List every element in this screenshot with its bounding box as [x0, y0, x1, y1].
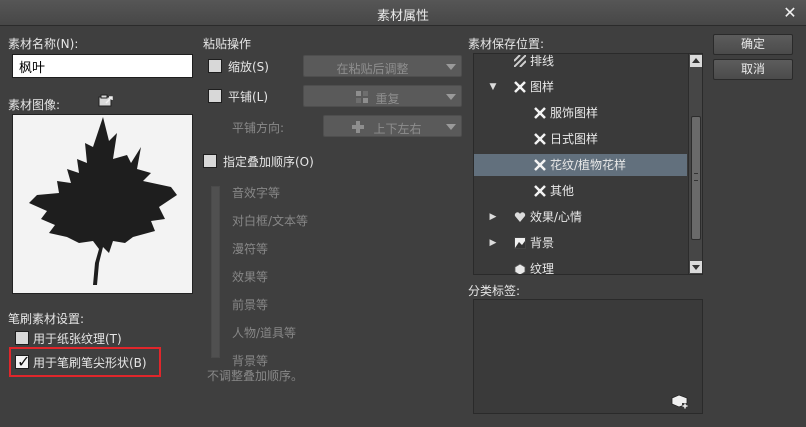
heart-icon	[514, 212, 526, 222]
expand-icon[interactable]: ▶	[488, 206, 498, 228]
paper-texture-label[interactable]: 用于纸张纹理(T)	[33, 330, 122, 347]
add-tag-icon[interactable]	[671, 394, 689, 410]
tree-item[interactable]: 服饰图样	[474, 102, 687, 124]
pattern-icon	[534, 159, 546, 171]
pattern-icon	[534, 185, 546, 197]
brush-settings-label: 笔刷素材设置:	[8, 312, 85, 326]
texture-icon	[514, 263, 526, 274]
tile-direction-label: 平铺方向:	[232, 121, 285, 135]
pattern-icon	[534, 133, 546, 145]
material-image-preview	[12, 114, 193, 294]
chevron-down-icon	[446, 64, 456, 70]
ok-button[interactable]: 确定	[713, 34, 793, 55]
brush-tip-checkbox[interactable]: ✓	[15, 352, 31, 371]
title-bar: 素材属性 ✕	[0, 0, 806, 26]
tree-item-label: 其他	[550, 184, 575, 198]
tile-label[interactable]: 平铺(L)	[228, 88, 268, 105]
stacking-item: 前景等	[232, 298, 269, 312]
scroll-thumb[interactable]	[691, 116, 701, 240]
tree-item-label: 花纹/植物花样	[550, 158, 627, 172]
window-title: 素材属性	[376, 9, 429, 24]
stacking-order-label[interactable]: 指定叠加顺序(O)	[223, 153, 314, 170]
brush-tip-label[interactable]: 用于笔刷笔尖形状(B)	[33, 354, 147, 371]
save-location-tree[interactable]: 排线 ▼ 图样服饰图样日式图样花纹/植物花样 其他 ▶ 效果/心情 ▶ 背景纹理	[473, 53, 703, 275]
tile-direction-icon	[352, 121, 364, 133]
material-image-label: 素材图像:	[8, 98, 61, 112]
scroll-down-icon[interactable]	[690, 261, 702, 273]
tree-item-label: 纹理	[530, 262, 555, 275]
stacking-item: 漫符等	[232, 242, 269, 256]
material-name-input[interactable]	[12, 54, 193, 78]
collapse-icon[interactable]: ▼	[488, 76, 498, 98]
no-stacking-order-label: 不调整叠加顺序。	[207, 369, 304, 383]
save-location-label: 素材保存位置:	[468, 37, 545, 51]
tree-item[interactable]: ▼ 图样	[474, 76, 687, 98]
tile-select-value: 重复	[375, 92, 400, 106]
tree-item[interactable]: 排线	[474, 54, 687, 72]
scale-select-value: 在粘贴后调整	[336, 62, 409, 76]
stacking-item: 对白框/文本等	[232, 214, 309, 228]
tile-select[interactable]: 重复	[303, 85, 462, 107]
scroll-up-icon[interactable]	[690, 55, 702, 67]
tree-item-label: 服饰图样	[550, 106, 599, 120]
pattern-icon	[514, 81, 526, 93]
tree-item-label: 背景	[530, 236, 555, 250]
tile-direction-select[interactable]: 上下左右	[323, 115, 462, 137]
checkmark-icon: ✓	[17, 352, 31, 371]
load-image-icon[interactable]	[98, 94, 114, 108]
tree-item[interactable]: 花纹/植物花样	[474, 154, 687, 176]
material-name-label: 素材名称(N):	[8, 37, 79, 51]
stacking-item: 效果等	[232, 270, 269, 284]
tree-scrollbar[interactable]	[688, 54, 702, 274]
stacking-order-slider[interactable]	[211, 186, 220, 358]
tree-item[interactable]: 日式图样	[474, 128, 687, 150]
tile-repeat-icon	[356, 91, 368, 103]
stacking-order-checkbox[interactable]	[203, 154, 217, 168]
tree-item-label: 效果/心情	[530, 210, 583, 224]
category-tags-box[interactable]	[473, 299, 703, 414]
paste-operation-label: 粘贴操作	[203, 37, 252, 51]
chevron-down-icon	[446, 94, 456, 100]
tree-item[interactable]: ▶ 效果/心情	[474, 206, 687, 228]
tree-item[interactable]: 其他	[474, 180, 687, 202]
tile-checkbox[interactable]	[208, 89, 222, 103]
tree-item-label: 日式图样	[550, 132, 599, 146]
category-tags-label: 分类标签:	[468, 284, 521, 298]
scale-checkbox[interactable]	[208, 59, 222, 73]
tree-item-label: 排线	[530, 54, 555, 68]
chevron-down-icon	[446, 124, 456, 130]
pattern-icon	[534, 107, 546, 119]
tile-direction-value: 上下左右	[373, 122, 422, 136]
cancel-button[interactable]: 取消	[713, 59, 793, 80]
hatch-icon	[514, 55, 526, 67]
scale-label[interactable]: 缩放(S)	[228, 58, 269, 75]
paper-texture-checkbox[interactable]	[15, 331, 29, 345]
close-icon[interactable]: ✕	[780, 3, 800, 23]
stacking-item: 人物/道具等	[232, 326, 297, 340]
expand-icon[interactable]: ▶	[488, 232, 498, 254]
tree-item-label: 图样	[530, 80, 555, 94]
tree-item[interactable]: ▶ 背景	[474, 232, 687, 254]
background-icon	[514, 237, 526, 249]
tree-item[interactable]: 纹理	[474, 258, 687, 275]
stacking-item: 音效字等	[232, 186, 281, 200]
scale-select[interactable]: 在粘贴后调整	[303, 55, 462, 77]
maple-leaf-image	[29, 117, 177, 285]
